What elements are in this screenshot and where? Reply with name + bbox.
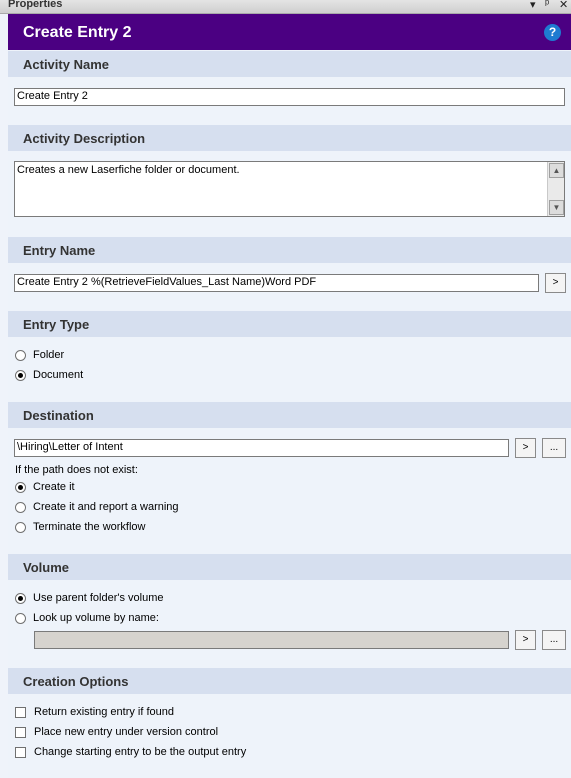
activity-description-input[interactable]: Creates a new Laserfiche folder or docum… [14, 161, 565, 217]
return-existing-checkbox[interactable] [15, 707, 26, 718]
version-control-checkbox[interactable] [15, 727, 26, 738]
create-warning-radio[interactable] [15, 502, 26, 513]
entry-name-token-button[interactable]: > [545, 273, 566, 293]
dropdown-icon[interactable]: ▾ [530, 0, 536, 11]
section-activity-name: Activity Name [8, 51, 571, 77]
use-parent-volume-radio[interactable] [15, 593, 26, 604]
entry-name-input[interactable]: Create Entry 2 %(RetrieveFieldValues_Las… [14, 274, 539, 292]
terminate-workflow-radio[interactable] [15, 522, 26, 533]
activity-title: Create Entry 2 [23, 24, 132, 41]
section-destination: Destination [8, 402, 571, 428]
entry-type-document-radio[interactable] [15, 370, 26, 381]
volume-browse-button[interactable]: ... [542, 630, 566, 650]
version-control-label: Place new entry under version control [34, 726, 219, 738]
scroll-up-icon[interactable]: ▲ [549, 163, 564, 178]
section-activity-description: Activity Description [8, 125, 571, 151]
destination-browse-button[interactable]: ... [542, 438, 566, 458]
properties-panel-titlebar: Properties ▾ ᵖ ✕ [0, 0, 571, 14]
change-starting-entry-label: Change starting entry to be the output e… [34, 746, 247, 758]
create-it-label: Create it [33, 481, 75, 493]
lookup-volume-radio[interactable] [15, 613, 26, 624]
change-starting-entry-checkbox[interactable] [15, 747, 26, 758]
destination-token-button[interactable]: > [515, 438, 536, 458]
path-not-exist-label: If the path does not exist: [15, 464, 138, 476]
activity-header: Create Entry 2 ? [8, 14, 571, 50]
panel-title: Properties [8, 0, 63, 10]
help-icon[interactable]: ? [544, 24, 561, 41]
destination-path-input[interactable]: \Hiring\Letter of Intent [14, 439, 509, 457]
entry-type-folder-label: Folder [33, 349, 65, 361]
section-creation-options: Creation Options [8, 668, 571, 694]
entry-type-folder-radio[interactable] [15, 350, 26, 361]
pin-icon[interactable]: ᵖ [545, 0, 549, 10]
section-entry-type: Entry Type [8, 311, 571, 337]
section-volume: Volume [8, 554, 571, 580]
volume-name-input[interactable] [34, 631, 509, 649]
entry-type-document-label: Document [33, 369, 84, 381]
scroll-down-icon[interactable]: ▼ [549, 200, 564, 215]
close-icon[interactable]: ✕ [559, 0, 568, 11]
create-it-radio[interactable] [15, 482, 26, 493]
volume-token-button[interactable]: > [515, 630, 536, 650]
section-entry-name: Entry Name [8, 237, 571, 263]
use-parent-volume-label: Use parent folder's volume [33, 592, 164, 604]
lookup-volume-label: Look up volume by name: [33, 612, 159, 624]
create-warning-label: Create it and report a warning [33, 501, 179, 513]
activity-description-text: Creates a new Laserfiche folder or docum… [17, 164, 240, 176]
activity-name-input[interactable]: Create Entry 2 [14, 88, 565, 106]
description-scrollbar[interactable]: ▲ ▼ [547, 162, 564, 216]
terminate-workflow-label: Terminate the workflow [33, 521, 146, 533]
return-existing-label: Return existing entry if found [34, 706, 175, 718]
